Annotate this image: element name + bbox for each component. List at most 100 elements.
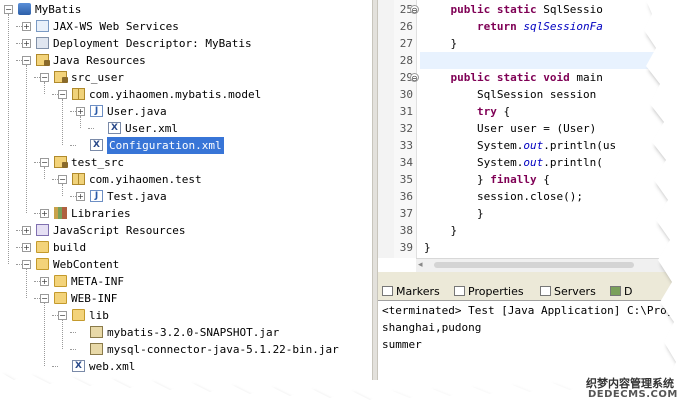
code-token: public xyxy=(450,71,491,84)
tree-item[interactable]: X Configuration.xml xyxy=(0,137,372,154)
tree-item[interactable]: + build xyxy=(0,239,372,256)
expand-icon[interactable]: + xyxy=(76,192,85,201)
tree-item-label: JavaScript Resources xyxy=(53,224,186,237)
tree-item[interactable]: − WebContent xyxy=(0,256,372,273)
line-number: 36 xyxy=(399,190,413,203)
code-token: { xyxy=(536,173,550,186)
tree-item[interactable]: + JavaScript Resources xyxy=(0,222,372,239)
scroll-left-icon[interactable]: ◂ xyxy=(418,260,423,270)
collapse-icon[interactable]: − xyxy=(40,294,49,303)
code-line[interactable]: try { xyxy=(424,103,510,120)
jar-file-icon xyxy=(90,326,103,338)
scrollbar-thumb[interactable] xyxy=(434,262,634,268)
collapse-icon[interactable]: − xyxy=(40,158,49,167)
code-line[interactable]: System.out.println( xyxy=(424,154,603,171)
tree-item[interactable]: − WEB-INF xyxy=(0,290,372,307)
tree-item[interactable]: − com.yihaomen.test xyxy=(0,171,372,188)
console-line: shanghai,pudong xyxy=(382,321,482,334)
project-icon xyxy=(18,3,31,15)
libraries-icon xyxy=(54,207,67,219)
collapse-icon[interactable]: − xyxy=(22,260,31,269)
tree-item[interactable]: − Java Resources xyxy=(0,52,372,69)
code-line[interactable]: System.out.println(us xyxy=(424,137,616,154)
code-token: } xyxy=(424,173,491,186)
fold-toggle-icon[interactable]: ⊖ xyxy=(410,73,419,83)
expand-icon[interactable]: + xyxy=(76,107,85,116)
expand-icon[interactable]: + xyxy=(22,226,31,235)
code-line[interactable]: } xyxy=(424,239,431,256)
xml-file-icon: X xyxy=(108,122,121,134)
data-source-icon xyxy=(610,286,621,296)
tree-item-label: WEB-INF xyxy=(71,292,118,305)
code-line[interactable]: } xyxy=(424,35,457,52)
code-token: public xyxy=(450,3,491,16)
line-number: 35 xyxy=(399,173,413,186)
code-line[interactable]: return sqlSessionFa xyxy=(424,18,603,35)
console-line: summer xyxy=(382,338,422,351)
tab-servers-label: Servers xyxy=(554,285,596,298)
tree-item[interactable]: X User.xml xyxy=(0,120,372,137)
tree-item[interactable]: − test_src xyxy=(0,154,372,171)
collapse-icon[interactable]: − xyxy=(22,56,31,65)
tab-servers[interactable]: Servers xyxy=(540,284,596,300)
tree-item-label: JAX-WS Web Services xyxy=(53,20,179,33)
expand-icon[interactable]: + xyxy=(40,277,49,286)
tree-item[interactable]: + J User.java xyxy=(0,103,372,120)
collapse-icon[interactable]: − xyxy=(4,5,13,14)
expand-icon[interactable]: + xyxy=(40,209,49,218)
code-line[interactable]: public static SqlSessio xyxy=(424,1,603,18)
tree-item[interactable]: − lib xyxy=(0,307,372,324)
view-gap xyxy=(378,272,679,282)
tree-item-label: Java Resources xyxy=(53,54,146,67)
code-token: out xyxy=(523,156,544,169)
package-icon xyxy=(72,88,85,100)
code-line[interactable]: public static void main xyxy=(424,69,603,86)
expand-icon[interactable]: + xyxy=(22,243,31,252)
fold-toggle-icon[interactable]: ⊖ xyxy=(410,5,419,15)
java-file-icon: J xyxy=(90,105,103,117)
line-number: 27 xyxy=(399,37,413,50)
code-line[interactable]: SqlSession session xyxy=(424,86,596,103)
code-token: static xyxy=(496,71,537,84)
code-line[interactable]: session.close(); xyxy=(424,188,583,205)
code-line[interactable]: } xyxy=(424,222,457,239)
collapse-icon[interactable]: − xyxy=(40,73,49,82)
tab-markers[interactable]: Markers xyxy=(382,284,440,300)
tree-item[interactable]: Xweb.xml xyxy=(0,358,372,375)
tree-item-label: com.yihaomen.test xyxy=(89,173,202,186)
collapse-icon[interactable]: − xyxy=(58,90,67,99)
tree-item-label: build xyxy=(53,241,87,254)
code-token: } xyxy=(424,37,458,50)
collapse-icon[interactable]: − xyxy=(58,311,67,320)
line-number: 28 xyxy=(399,54,413,67)
tree-item[interactable]: + Libraries xyxy=(0,205,372,222)
expand-icon[interactable]: + xyxy=(22,22,31,31)
tree-item[interactable]: − com.yihaomen.mybatis.model xyxy=(0,86,372,103)
tree-item[interactable]: + JAX-WS Web Services xyxy=(0,18,372,35)
tree-item[interactable]: − src_user xyxy=(0,69,372,86)
tab-data-source[interactable]: D xyxy=(610,284,632,300)
tree-item-label: Configuration.xml xyxy=(107,137,224,154)
code-token: SqlSession session xyxy=(424,88,597,101)
editor-ruler xyxy=(378,0,394,258)
code-token: session.close(); xyxy=(424,190,583,203)
tab-properties[interactable]: Properties xyxy=(454,284,524,300)
tree-item[interactable]: + META-INF xyxy=(0,273,372,290)
tree-item[interactable]: mysql-connector-java-5.1.22-bin.jar xyxy=(0,341,372,358)
tree-item[interactable]: mybatis-3.2.0-SNAPSHOT.jar xyxy=(0,324,372,341)
code-line[interactable]: User user = (User) xyxy=(424,120,596,137)
tab-properties-label: Properties xyxy=(468,285,524,298)
code-line[interactable]: } finally { xyxy=(424,171,550,188)
tree-item[interactable]: + Deployment Descriptor: MyBatis xyxy=(0,35,372,52)
tree-item[interactable]: + J Test.java xyxy=(0,188,372,205)
jar-file-icon xyxy=(90,343,103,355)
console-output[interactable]: <terminated> Test [Java Application] C:\… xyxy=(378,301,679,386)
collapse-icon[interactable]: − xyxy=(58,175,67,184)
code-line[interactable]: } xyxy=(424,205,484,222)
code-token: void xyxy=(543,71,570,84)
tree-item-label: MyBatis xyxy=(35,3,82,16)
folder-icon xyxy=(54,292,67,304)
line-number: 31 xyxy=(399,105,413,118)
tree-item[interactable]: − MyBatis xyxy=(0,1,372,18)
expand-icon[interactable]: + xyxy=(22,39,31,48)
